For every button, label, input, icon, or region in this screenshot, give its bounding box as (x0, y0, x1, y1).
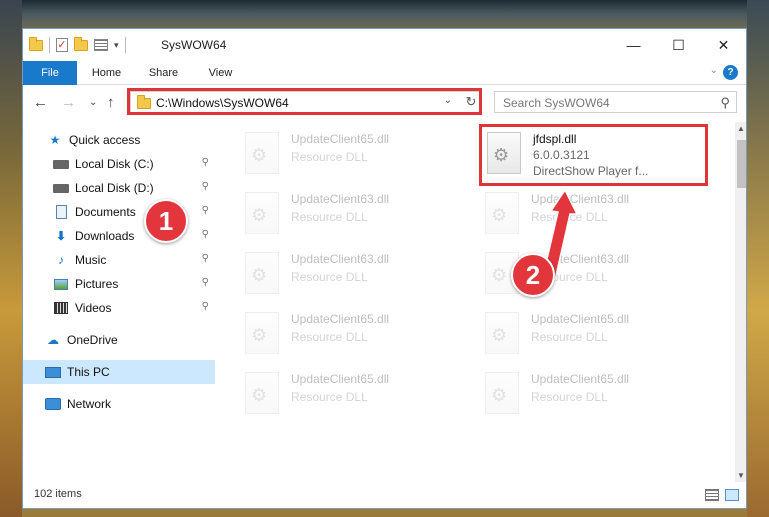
sidebar-item-label: This PC (67, 365, 110, 379)
back-arrow-icon[interactable]: ← (33, 94, 48, 111)
star-icon: ★ (49, 133, 61, 147)
scroll-thumb[interactable] (737, 140, 746, 188)
scroll-up-icon[interactable]: ▲ (737, 124, 745, 133)
sidebar-item-label: Network (67, 397, 112, 411)
pin-icon[interactable]: ⚲ (202, 181, 209, 192)
new-folder-icon[interactable] (74, 36, 88, 51)
sidebar-item-label: Downloads (75, 229, 135, 243)
cloud-icon: ☁ (47, 333, 59, 347)
music-icon: ♪ (58, 253, 64, 267)
desktop-background-left (0, 0, 22, 517)
address-highlight-box (127, 88, 482, 115)
ribbon-tabs: File Home Share View ⌄ ? (23, 61, 746, 85)
pin-icon[interactable]: ⚲ (202, 277, 209, 288)
sidebar-item-label: Videos (75, 301, 112, 315)
tab-share[interactable]: Share (136, 61, 191, 85)
file-list: ⚙ UpdateClient65.dll Resource DLL ⚙ Upda… (215, 122, 735, 482)
desktop-background-right (747, 0, 769, 517)
tab-file[interactable]: File (23, 61, 77, 85)
large-icons-view-icon[interactable] (725, 489, 739, 501)
desktop-background-top (0, 0, 769, 28)
maximize-button[interactable]: ☐ (656, 29, 701, 61)
toolbar-divider (124, 37, 126, 53)
scroll-down-icon[interactable]: ▼ (737, 471, 745, 480)
pin-icon[interactable]: ⚲ (202, 229, 209, 240)
item-count: 102 items (34, 488, 82, 500)
drive-icon (53, 181, 69, 195)
properties-icon[interactable] (94, 39, 108, 51)
sidebar-item-label: Pictures (75, 277, 119, 291)
pc-icon (45, 365, 61, 379)
drive-icon (53, 157, 69, 171)
help-icon[interactable]: ? (723, 65, 738, 80)
step-2-callout: 2 (511, 253, 555, 297)
sidebar-item-this-pc[interactable]: This PC (23, 360, 215, 384)
documents-icon (53, 205, 69, 219)
folder-icon (29, 36, 43, 51)
pin-icon[interactable]: ⚲ (202, 301, 209, 312)
tab-view[interactable]: View (193, 61, 248, 85)
details-view-icon[interactable] (705, 489, 719, 501)
properties-check-icon[interactable]: ✓ (56, 38, 68, 52)
pin-icon[interactable]: ⚲ (202, 205, 209, 216)
recent-locations-icon[interactable]: ⌄ (89, 97, 97, 108)
title-bar: ✓ ▾ SysWOW64 — ☐ ✕ (23, 29, 746, 61)
close-button[interactable]: ✕ (701, 29, 746, 61)
sidebar-item-label: OneDrive (67, 333, 118, 347)
status-bar: 102 items (23, 482, 746, 508)
network-icon (45, 397, 61, 411)
sidebar-item-label: Music (75, 253, 107, 267)
customize-toolbar-dropdown-icon[interactable]: ▾ (114, 40, 119, 51)
navigation-pane: ★ Quick access Local Disk (C:) ⚲ Local D… (23, 122, 215, 482)
sidebar-item-label: Local Disk (D:) (75, 181, 154, 195)
sidebar-item-label: Local Disk (C:) (75, 157, 154, 171)
tab-home[interactable]: Home (79, 61, 134, 85)
videos-icon (53, 301, 69, 315)
toolbar-divider (49, 37, 50, 53)
up-arrow-icon[interactable]: ↑ (107, 94, 115, 111)
file-explorer-window: ✓ ▾ SysWOW64 — ☐ ✕ File Home Share View … (22, 28, 747, 509)
sidebar-item-label: Quick access (69, 133, 141, 147)
quick-access-toolbar: ✓ ▾ (29, 36, 126, 53)
window-title: SysWOW64 (161, 38, 227, 52)
sidebar-item-pictures[interactable]: Pictures ⚲ (23, 272, 215, 296)
download-icon: ⬇ (55, 229, 67, 243)
minimize-button[interactable]: — (611, 29, 656, 61)
expand-ribbon-icon[interactable]: ⌄ (710, 65, 718, 76)
annotation-arrows (542, 188, 579, 281)
step-1-callout: 1 (144, 199, 188, 243)
search-box[interactable]: Search SysWOW64 ⚲ (494, 91, 737, 113)
sidebar-item-label: Documents (75, 205, 136, 219)
search-icon[interactable]: ⚲ (720, 95, 730, 111)
sidebar-item-videos[interactable]: Videos ⚲ (23, 296, 215, 320)
sidebar-item-music[interactable]: ♪ Music ⚲ (23, 248, 215, 272)
search-input[interactable]: Search SysWOW64 (503, 96, 610, 110)
sidebar-item-network[interactable]: Network (23, 392, 215, 416)
pictures-icon (53, 277, 69, 291)
sidebar-item-local-disk-c[interactable]: Local Disk (C:) ⚲ (23, 152, 215, 176)
navigation-bar: ← → ⌄ ↑ C:\Windows\SysWOW64 ⌄ ↻ Search S… (23, 86, 746, 120)
pin-icon[interactable]: ⚲ (202, 253, 209, 264)
vertical-scrollbar[interactable]: ▲ ▼ (735, 122, 746, 482)
sidebar-item-onedrive[interactable]: ☁ OneDrive (23, 328, 215, 352)
pin-icon[interactable]: ⚲ (202, 157, 209, 168)
window-controls: — ☐ ✕ (611, 29, 746, 61)
sidebar-item-quick-access[interactable]: ★ Quick access (23, 128, 215, 152)
forward-arrow-icon[interactable]: → (61, 94, 76, 111)
sidebar-item-local-disk-d[interactable]: Local Disk (D:) ⚲ (23, 176, 215, 200)
